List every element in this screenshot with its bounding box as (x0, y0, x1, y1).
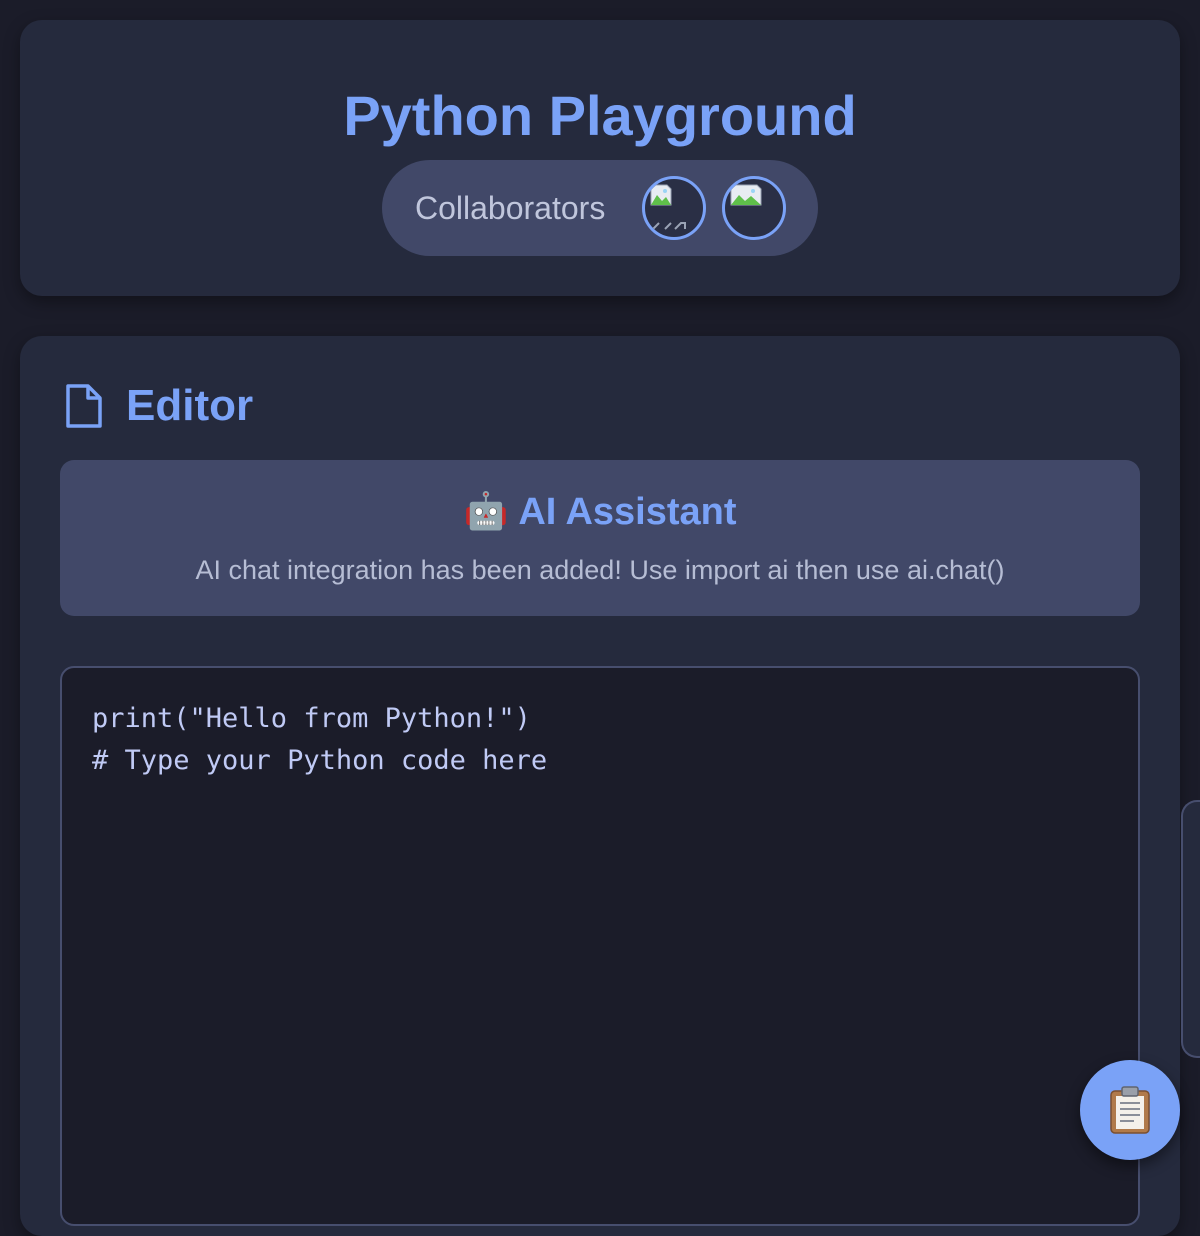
code-editor[interactable] (60, 666, 1140, 1226)
header-card: Python Playground Collaborators (20, 20, 1180, 296)
side-panel-handle[interactable] (1181, 800, 1200, 1058)
editor-heading: Editor (64, 376, 253, 436)
avatar[interactable] (642, 176, 706, 240)
collaborators-panel: Collaborators (382, 160, 818, 256)
ai-assistant-title: AI Assistant (518, 491, 737, 533)
avatar[interactable] (722, 176, 786, 240)
file-icon (66, 384, 102, 428)
broken-image-icon (730, 184, 762, 206)
ai-assistant-heading: 🤖 AI Assistant (60, 488, 1140, 536)
editor-card: Editor 🤖 AI Assistant AI chat integratio… (20, 336, 1180, 1236)
collaborators-label: Collaborators (415, 190, 606, 226)
robot-icon: 🤖 (463, 491, 509, 532)
ai-assistant-banner: 🤖 AI Assistant AI chat integration has b… (60, 460, 1140, 616)
clipboard-icon (1110, 1086, 1150, 1134)
clipboard-button[interactable] (1080, 1060, 1180, 1160)
broken-image-icon (650, 184, 686, 230)
page-title: Python Playground (343, 84, 857, 147)
ai-assistant-description: AI chat integration has been added! Use … (195, 555, 1005, 585)
editor-title: Editor (126, 381, 254, 430)
